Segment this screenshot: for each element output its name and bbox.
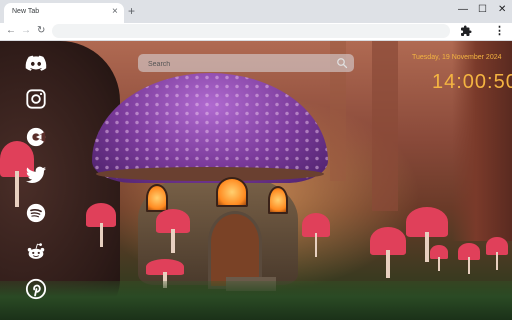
- address-bar[interactable]: [52, 24, 450, 38]
- spotify-icon: [26, 203, 46, 223]
- small-mushroom: [486, 237, 508, 270]
- clock-display: 14:00:50: [432, 71, 512, 93]
- instagram-icon: [26, 89, 46, 109]
- new-tab-button[interactable]: +: [128, 3, 135, 19]
- glowing-window: [216, 177, 248, 207]
- mushroom-cap-rim: [96, 167, 324, 181]
- back-button[interactable]: ←: [6, 23, 16, 39]
- small-mushroom: [370, 227, 406, 278]
- small-mushroom: [458, 243, 480, 274]
- extensions-puzzle-icon[interactable]: [460, 25, 472, 37]
- twitter-link[interactable]: [22, 161, 50, 189]
- tab-close-icon[interactable]: ×: [112, 6, 118, 18]
- pinterest-link[interactable]: [22, 275, 50, 303]
- twitter-icon: [25, 166, 47, 183]
- forward-button[interactable]: →: [21, 23, 31, 39]
- spotify-link[interactable]: [22, 199, 50, 227]
- reddit-link[interactable]: [22, 238, 50, 266]
- pacman-icon: [26, 127, 46, 147]
- reddit-icon: [27, 243, 45, 259]
- grass: [0, 281, 512, 320]
- toolbar: ← → ↻ ⋮: [0, 23, 512, 41]
- pinterest-icon: [25, 278, 47, 300]
- tab-title: New Tab: [12, 8, 40, 15]
- pacman-link[interactable]: [22, 123, 50, 151]
- search-bar: [138, 54, 354, 72]
- new-tab-page: Tuesday, 19 November 2024 14:00:50: [0, 41, 512, 320]
- menu-icon[interactable]: ⋮: [494, 23, 505, 39]
- small-mushroom: [86, 203, 116, 247]
- search-icon[interactable]: [336, 57, 348, 69]
- reload-button[interactable]: ↻: [37, 23, 45, 39]
- glowing-window: [268, 186, 288, 214]
- discord-icon: [25, 55, 47, 71]
- date-display: Tuesday, 19 November 2024: [412, 54, 502, 61]
- small-mushroom: [156, 209, 190, 253]
- glowing-window: [146, 184, 168, 212]
- instagram-link[interactable]: [22, 85, 50, 113]
- tab-strip: New Tab × + — ☐ ✕: [0, 0, 512, 23]
- background-tree: [372, 41, 398, 211]
- maximize-button[interactable]: ☐: [478, 2, 487, 18]
- search-input[interactable]: [146, 56, 330, 72]
- small-mushroom: [430, 245, 448, 272]
- minimize-button[interactable]: —: [458, 2, 468, 18]
- discord-link[interactable]: [22, 49, 50, 77]
- small-mushroom: [302, 213, 330, 257]
- close-window-button[interactable]: ✕: [498, 2, 506, 18]
- tab-new-tab[interactable]: New Tab ×: [4, 3, 124, 23]
